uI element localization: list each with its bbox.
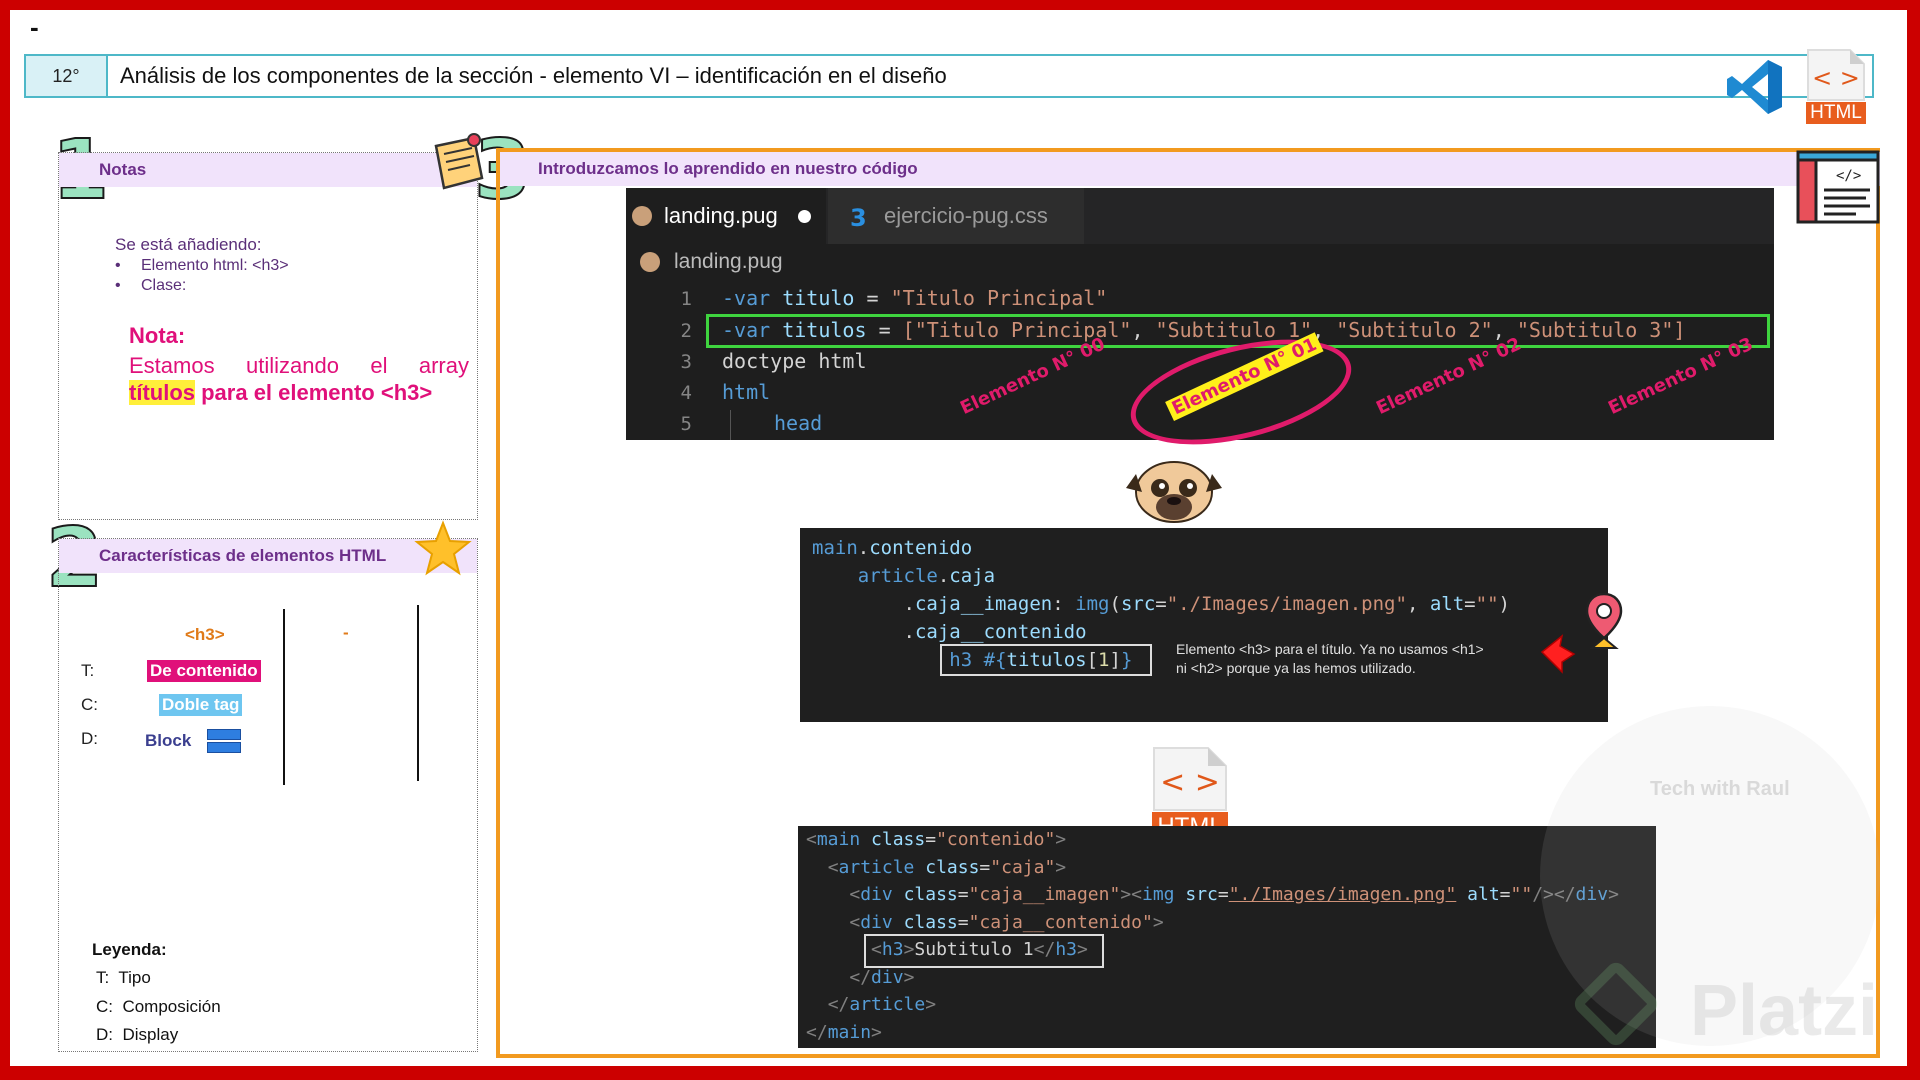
code-line-3: doctype html <box>722 349 867 373</box>
legend-display: D: Display <box>96 1025 178 1045</box>
html-badge: HTML <box>1806 102 1866 124</box>
html-file-icon: < > HTML <box>1806 48 1866 126</box>
legend-tipo: T: Tipo <box>96 968 151 988</box>
code-document-icon: </> <box>1796 150 1880 224</box>
notes-item-html: Elemento html: <h3> <box>115 257 289 275</box>
editor-tabs: landing.pug 3 ejercicio-pug.css <box>626 188 1774 244</box>
nota-text-2: títulos para el elemento <h3> <box>129 380 432 406</box>
line-number: 2 <box>680 320 692 342</box>
svg-text:< >: < > <box>1812 64 1860 92</box>
notes-title: Notas <box>59 153 477 187</box>
col-header-h3: <h3> <box>185 625 225 644</box>
breadcrumb-pug-icon <box>640 252 660 272</box>
slide-title: Análisis de los componentes de la secció… <box>120 63 947 88</box>
html-output-editor: <main class="contenido"> <article class=… <box>798 826 1656 1048</box>
red-arrow-icon <box>1540 634 1576 674</box>
pug-snippet-editor: main.contenido article.caja .caja__image… <box>800 528 1608 722</box>
row-label-composicion: C: <box>81 695 98 714</box>
legend-value-tipo: Tipo <box>118 968 151 987</box>
code-line-1: -var titulo = "Titulo Principal" <box>722 286 1108 310</box>
row-label-tipo: T: <box>81 661 95 680</box>
h3-note-line-1: Elemento <h3> para el título. Ya no usam… <box>1176 641 1484 657</box>
tab-landing-label: landing.pug <box>664 203 778 228</box>
breadcrumb[interactable]: landing.pug <box>674 250 783 274</box>
tab-ejercicio-css[interactable]: 3 ejercicio-pug.css <box>828 188 1084 244</box>
line-number: 3 <box>680 351 692 373</box>
slide-number: 12° <box>26 56 108 96</box>
unsaved-dot-icon <box>798 210 811 223</box>
code-line-4: html <box>722 380 771 404</box>
line-number: 1 <box>680 288 692 310</box>
section-header: 12° Análisis de los componentes de la se… <box>24 54 1874 98</box>
line-number: 4 <box>680 382 692 404</box>
star-icon <box>414 520 472 576</box>
block-display-icon <box>207 729 241 753</box>
column-divider-1 <box>283 609 285 785</box>
css-file-icon: 3 <box>850 204 867 232</box>
col-header-empty: - <box>343 623 349 642</box>
indent-guide <box>730 410 731 440</box>
svg-text:< >: < > <box>1160 765 1220 800</box>
code-panel-title: Introduzcamos lo aprendido en nuestro có… <box>500 152 1880 186</box>
watermark-platzi: Platzi <box>1690 971 1879 1051</box>
legend-key-tipo: T: <box>96 968 110 987</box>
legend-key-display: D: <box>96 1025 113 1044</box>
tipo-value: De contenido <box>147 660 261 682</box>
tab-landing-pug[interactable]: landing.pug <box>626 188 826 244</box>
nota-title: Nota: <box>129 323 186 348</box>
watermark-tech: Tech with Raul <box>1650 778 1790 800</box>
legend-composicion: C: Composición <box>96 997 221 1017</box>
legend-title: Leyenda: <box>92 940 167 959</box>
pug-file-icon <box>632 206 652 226</box>
nota-text: Estamos utilizando el array <box>129 353 469 378</box>
row-label-display: D: <box>81 729 98 748</box>
pug-dog-icon <box>1126 461 1222 523</box>
legend-key-composicion: C: <box>96 997 113 1016</box>
notes-list: Elemento html: <h3> Clase: <box>115 257 289 297</box>
legend-value-display: Display <box>122 1025 179 1044</box>
code-line-2: -var titulos = ["Titulo Principal", "Sub… <box>722 318 1686 342</box>
h3-note: Elemento <h3> para el título. Ya no usam… <box>1176 640 1556 678</box>
h3-output-highlight-box <box>864 934 1104 968</box>
nota-highlight: títulos <box>129 380 195 405</box>
h3-highlight-box <box>940 644 1152 676</box>
h3-note-line-2: ni <h2> porque ya las hemos utilizado. <box>1176 660 1416 676</box>
svg-text:</>: </> <box>1836 168 1861 184</box>
notes-intro: Se está añadiendo: <box>115 235 262 254</box>
location-pin-icon <box>1585 592 1623 649</box>
vscode-icon <box>1727 60 1782 114</box>
display-value: Block <box>145 731 192 750</box>
top-dash: - <box>30 12 39 42</box>
nota-rest: para el elemento <h3> <box>195 380 433 405</box>
tab-css-label: ejercicio-pug.css <box>884 203 1048 228</box>
notes-panel: Notas Se está añadiendo: Elemento html: … <box>58 152 478 520</box>
legend-value-composicion: Composición <box>122 997 221 1016</box>
code-line-5: head <box>774 411 823 435</box>
notes-item-class: Clase: <box>115 277 289 295</box>
column-divider-2 <box>417 605 419 781</box>
composicion-value: Doble tag <box>159 694 243 716</box>
line-number: 5 <box>680 413 692 435</box>
